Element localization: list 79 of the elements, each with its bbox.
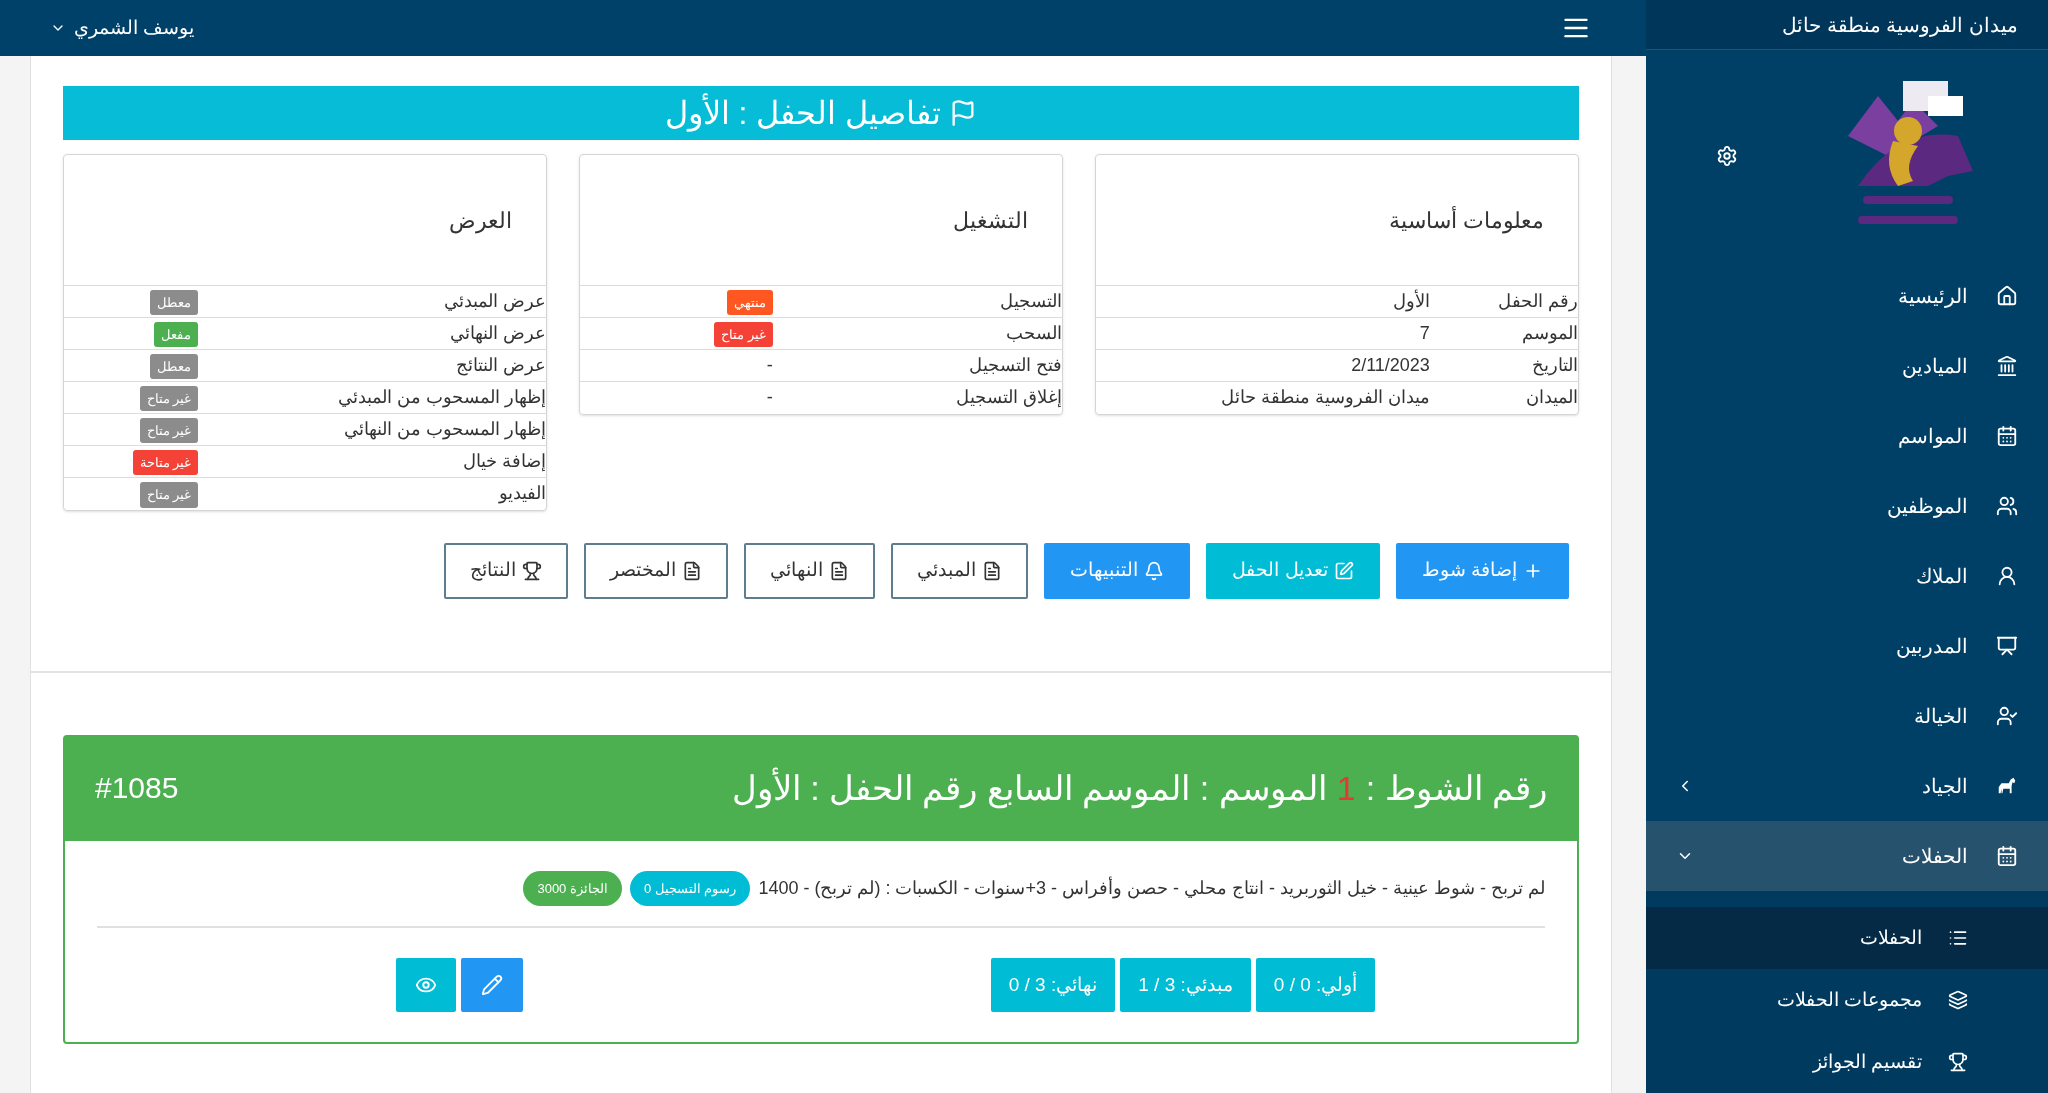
- row-value: ميدان الفروسية منطقة حائل: [1220, 387, 1430, 408]
- pdf-icon: [829, 560, 850, 581]
- row-label: التسجيل: [782, 285, 1062, 318]
- row-label: التاريخ: [1439, 349, 1578, 382]
- row-label: الفيديو: [208, 477, 546, 510]
- pdf-icon: [682, 560, 703, 581]
- submenu-item[interactable]: الحفلات: [1646, 907, 2048, 969]
- sidebar-item[interactable]: الملاك: [1646, 541, 2048, 611]
- race-description: لم تربح - شوط عينية - خيل الثوربريد - انتاج محلي - حصن وأفراس - 3+سنوات - الكسبات : (لم تربح) - 1400: [758, 875, 1545, 901]
- home-icon: [1996, 285, 2018, 307]
- status-badge: مفعل: [154, 321, 199, 348]
- site-title: ميدان الفروسية منطقة حائل: [1782, 12, 2018, 39]
- sidebar-item[interactable]: الخيالة: [1646, 681, 2048, 751]
- count-badge: أولي: 0 / 0: [1255, 958, 1376, 1012]
- row-label: إظهار المسحوب من المبدئي: [208, 381, 546, 414]
- status-badge: معطل: [150, 353, 199, 380]
- status-badge: غير متاح: [139, 417, 199, 444]
- row-label: إغلاق التسجيل: [782, 381, 1062, 414]
- race-badge: رسوم التسجيل 0: [629, 870, 751, 906]
- row-label: فتح التسجيل: [782, 349, 1062, 382]
- row-value: -: [766, 355, 773, 375]
- row-label: إضافة خيال: [208, 445, 546, 478]
- row-label: الميدان: [1439, 381, 1578, 414]
- status-badge: منتهي: [726, 289, 773, 316]
- card-title: العرض: [449, 206, 512, 236]
- pdf-icon: [982, 560, 1003, 581]
- users-icon: [1996, 495, 2018, 517]
- row-value: 2/11/2023: [1351, 355, 1430, 375]
- card-title: التشغيل: [953, 206, 1028, 235]
- sidebar-item[interactable]: المواسم: [1646, 401, 2048, 471]
- row-label: رقم الحفل: [1439, 285, 1578, 318]
- action-button[interactable]: النتائج: [444, 542, 569, 599]
- row-label: السحب: [782, 317, 1062, 350]
- user-menu[interactable]: يوسف الشمري: [50, 13, 195, 43]
- status-badge: معطل: [150, 289, 199, 316]
- sidebar-item[interactable]: الميادين: [1646, 331, 2048, 401]
- sidebar-item[interactable]: الحفلات: [1646, 821, 2048, 891]
- user-icon: [1996, 705, 2018, 727]
- row-label: عرض النتائج: [208, 349, 546, 382]
- sidebar-item[interactable]: المدربين: [1646, 611, 2048, 681]
- submenu-item[interactable]: تقسيم الجوائز: [1646, 1031, 2048, 1093]
- sidebar-item[interactable]: الموظفين: [1646, 471, 2048, 541]
- calendar-icon: [1996, 845, 2018, 867]
- race-badge: الجائزة 3000: [523, 870, 622, 906]
- race-id: #1085: [95, 769, 179, 806]
- action-button[interactable]: المختصر: [584, 542, 729, 599]
- card-title: معلومات أساسية: [1388, 205, 1544, 236]
- edit-button[interactable]: [460, 958, 523, 1012]
- list-icon: [1948, 928, 1968, 948]
- status-badge: غير متاح: [139, 385, 199, 412]
- bell-icon: [1144, 560, 1165, 581]
- settings-icon[interactable]: [1716, 144, 1738, 167]
- row-label: إظهار المسحوب من النهائي: [208, 413, 546, 446]
- trophy-icon: [522, 560, 543, 581]
- status-badge: غير متاح: [714, 321, 773, 348]
- count-badge: مبدئي: 3 / 1: [1120, 958, 1251, 1012]
- status-badge: غير متاحة: [132, 449, 199, 476]
- action-button[interactable]: المبدئي: [891, 542, 1029, 599]
- row-label: عرض النهائي: [208, 317, 546, 350]
- page-title: تفاصيل الحفل : الأول: [664, 92, 942, 134]
- pencil-icon: [480, 974, 503, 996]
- row-label: الموسم: [1439, 317, 1578, 350]
- user-icon: [1996, 565, 2018, 587]
- row-value: الأول: [1392, 291, 1430, 311]
- trophy-icon: [1948, 1052, 1968, 1072]
- row-value: -: [766, 387, 773, 408]
- row-value: 7: [1419, 323, 1430, 343]
- submenu-item[interactable]: مجموعات الحفلات: [1646, 969, 2048, 1031]
- edit-icon: [1333, 560, 1354, 581]
- calendar-icon: [1996, 425, 2018, 447]
- building-icon: [1996, 355, 2018, 377]
- sidebar-item[interactable]: الرئيسية: [1646, 261, 2048, 331]
- action-button[interactable]: النهائي: [744, 542, 876, 599]
- count-badge: نهائي: 3 / 0: [990, 958, 1116, 1012]
- status-badge: غير متاح: [139, 482, 199, 508]
- presentation-icon: [1996, 635, 2018, 657]
- row-label: عرض المبدئي: [208, 285, 546, 318]
- layers-icon: [1948, 990, 1968, 1010]
- sidebar-item[interactable]: الجياد: [1646, 751, 2048, 821]
